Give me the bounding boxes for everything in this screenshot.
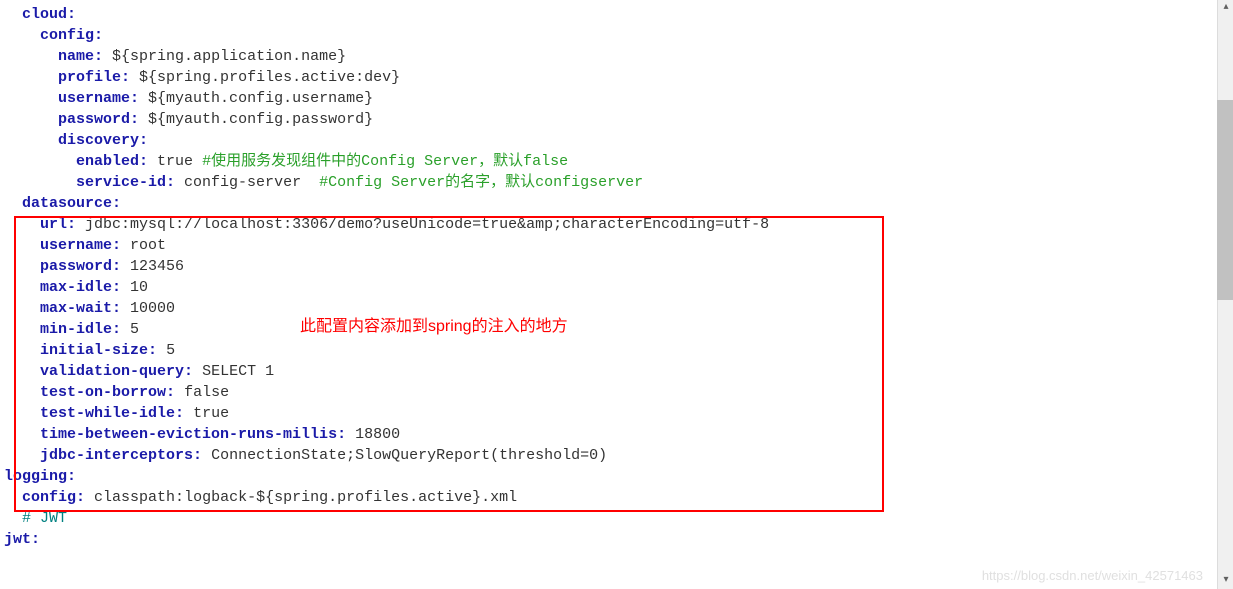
line-jwt-comment: # JWT xyxy=(4,508,1200,529)
annotation-text: 此配置内容添加到spring的注入的地方 xyxy=(300,316,568,338)
line-password-config: password: ${myauth.config.password} xyxy=(4,109,1200,130)
line-test-on-borrow: test-on-borrow: false xyxy=(4,382,1200,403)
line-logging-config: config: classpath:logback-${spring.profi… xyxy=(4,487,1200,508)
line-enabled: enabled: true #使用服务发现组件中的Config Server，默… xyxy=(4,151,1200,172)
line-jwt: jwt: xyxy=(4,529,1200,550)
line-test-while-idle: test-while-idle: true xyxy=(4,403,1200,424)
line-url: url: jdbc:mysql://localhost:3306/demo?us… xyxy=(4,214,1200,235)
line-discovery: discovery: xyxy=(4,130,1200,151)
line-initial-size: initial-size: 5 xyxy=(4,340,1200,361)
line-logging: logging: xyxy=(4,466,1200,487)
scrollbar-thumb[interactable] xyxy=(1217,100,1233,300)
scrollbar-down-button[interactable]: ▾ xyxy=(1218,573,1233,589)
yaml-code-block: cloud: config: name: ${spring.applicatio… xyxy=(0,0,1200,554)
watermark-text: https://blog.csdn.net/weixin_42571463 xyxy=(982,567,1203,585)
line-max-idle: max-idle: 10 xyxy=(4,277,1200,298)
line-jdbc-interceptors: jdbc-interceptors: ConnectionState;SlowQ… xyxy=(4,445,1200,466)
scrollbar-up-button[interactable]: ▴ xyxy=(1218,0,1233,16)
line-profile: profile: ${spring.profiles.active:dev} xyxy=(4,67,1200,88)
line-username-config: username: ${myauth.config.username} xyxy=(4,88,1200,109)
line-ds-username: username: root xyxy=(4,235,1200,256)
line-validation-query: validation-query: SELECT 1 xyxy=(4,361,1200,382)
line-cloud: cloud: xyxy=(4,4,1200,25)
line-ds-password: password: 123456 xyxy=(4,256,1200,277)
line-datasource: datasource: xyxy=(4,193,1200,214)
line-service-id: service-id: config-server #Config Server… xyxy=(4,172,1200,193)
line-max-wait: max-wait: 10000 xyxy=(4,298,1200,319)
line-config: config: xyxy=(4,25,1200,46)
line-name: name: ${spring.application.name} xyxy=(4,46,1200,67)
line-time-between: time-between-eviction-runs-millis: 18800 xyxy=(4,424,1200,445)
scrollbar-track[interactable]: ▴ ▾ xyxy=(1217,0,1233,589)
line-min-idle: min-idle: 5 xyxy=(4,319,1200,340)
